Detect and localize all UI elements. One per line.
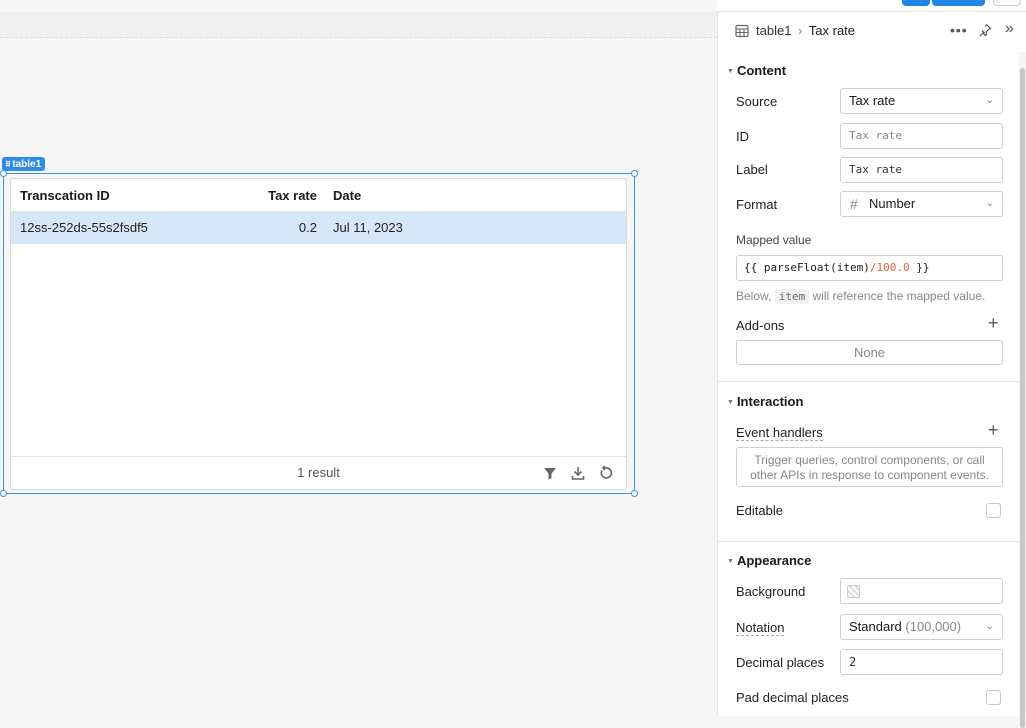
resize-handle-bottom-left[interactable] <box>0 490 7 497</box>
column-header-tax-rate[interactable]: Tax rate <box>261 179 317 212</box>
inspector-header: table1 › Tax rate ••• » <box>718 12 1026 49</box>
mapped-value-input[interactable]: {{ parseFloat(item)/100.0 }} <box>736 255 1003 281</box>
section-divider <box>718 381 1020 382</box>
resize-handle-top-left[interactable] <box>0 170 7 177</box>
event-handlers-label: Event handlers <box>736 425 823 441</box>
chevron-down-icon: ⌄ <box>985 621 994 632</box>
background-color-input[interactable] <box>840 578 1003 604</box>
event-handlers-empty[interactable]: Trigger queries, control components, or … <box>736 447 1003 487</box>
canvas: ⠿ table1 Transcation ID Tax rate Date 12s… <box>0 0 717 716</box>
cell-tax-rate: 0.2 <box>298 220 317 235</box>
editable-label: Editable <box>736 503 783 518</box>
format-select[interactable]: # Number ⌄ <box>840 191 1003 217</box>
mapped-value-hint: Below, item will reference the mapped va… <box>736 289 986 304</box>
refresh-icon[interactable] <box>598 465 614 481</box>
pin-icon[interactable] <box>978 23 992 37</box>
table-footer: 1 result <box>11 456 626 489</box>
section-appearance-header[interactable]: ▼ Appearance <box>727 553 811 568</box>
breadcrumb-separator: › <box>798 23 803 38</box>
notation-label: Notation <box>736 620 785 636</box>
toolbar-primary-button[interactable] <box>932 0 985 6</box>
scrollbar[interactable] <box>1019 52 1026 728</box>
resize-handle-bottom-right[interactable] <box>631 490 638 497</box>
label-input[interactable]: Tax rate <box>840 157 1003 183</box>
table-row[interactable]: 12ss-252ds-55s2fsdf5 0.2 Jul 11, 2023 <box>11 212 626 244</box>
section-interaction-header[interactable]: ▼ Interaction <box>727 394 803 409</box>
column-header-date[interactable]: Date <box>333 179 361 212</box>
chevron-down-icon: ⌄ <box>985 198 994 209</box>
resize-handle-top-right[interactable] <box>631 170 638 177</box>
caret-down-icon: ▼ <box>727 399 734 406</box>
cell-transaction-id: 12ss-252ds-55s2fsdf5 <box>20 220 148 235</box>
id-input[interactable]: Tax rate <box>840 123 1003 149</box>
id-label: ID <box>736 129 749 144</box>
add-addon-icon[interactable]: + <box>988 313 999 334</box>
add-event-handler-icon[interactable]: + <box>988 420 999 441</box>
editable-checkbox[interactable] <box>986 503 1001 518</box>
section-divider <box>718 541 1020 542</box>
toolbar-button[interactable] <box>902 0 930 6</box>
section-content-header[interactable]: ▼ Content <box>727 63 786 78</box>
breadcrumb-parent[interactable]: table1 <box>756 23 791 38</box>
notation-select[interactable]: Standard (100,000) ⌄ <box>840 614 1003 640</box>
drag-grip-icon[interactable]: ⠿ <box>5 160 11 169</box>
cell-date: Jul 11, 2023 <box>333 220 403 235</box>
toolbar-menu-button[interactable] <box>993 0 1021 6</box>
mapped-value-label: Mapped value <box>736 233 812 247</box>
column-header-transaction-id[interactable]: Transcation ID <box>20 179 110 212</box>
pad-decimal-places-label: Pad decimal places <box>736 690 849 705</box>
table-icon <box>735 24 749 38</box>
source-label: Source <box>736 94 778 109</box>
more-options-icon[interactable]: ••• <box>950 22 968 38</box>
decimal-places-input[interactable]: 2 <box>840 649 1003 675</box>
source-select[interactable]: Tax rate ⌄ <box>840 88 1003 114</box>
component-tag[interactable]: ⠿ table1 <box>2 157 46 171</box>
inspector-panel: table1 › Tax rate ••• » ▼ Content Source … <box>717 12 1026 728</box>
format-label: Format <box>736 197 778 212</box>
caret-down-icon: ▼ <box>727 68 734 75</box>
label-label: Label <box>736 162 768 177</box>
caret-down-icon: ▼ <box>727 558 734 565</box>
download-icon[interactable] <box>570 465 586 481</box>
breadcrumb-current: Tax rate <box>808 23 856 38</box>
data-table[interactable]: Transcation ID Tax rate Date 12ss-252ds-… <box>10 178 627 490</box>
collapse-panel-icon[interactable]: » <box>1005 20 1014 38</box>
filter-icon[interactable] <box>542 465 558 481</box>
add-ons-label: Add-ons <box>736 318 785 333</box>
scrollbar-thumb[interactable] <box>1020 68 1025 728</box>
canvas-header-strip <box>0 12 717 38</box>
chevron-down-icon: ⌄ <box>985 95 994 106</box>
background-label: Background <box>736 584 806 599</box>
result-count: 1 result <box>297 465 340 480</box>
decimal-places-label: Decimal places <box>736 655 825 670</box>
hash-icon: # <box>850 196 858 212</box>
hint-code: item <box>774 289 810 304</box>
add-ons-value[interactable]: None <box>736 340 1003 365</box>
table-header: Transcation ID Tax rate Date <box>11 179 626 212</box>
breadcrumb: table1 › Tax rate <box>756 23 855 38</box>
color-swatch-icon[interactable] <box>847 585 860 598</box>
pad-decimal-places-checkbox[interactable] <box>986 690 1001 705</box>
